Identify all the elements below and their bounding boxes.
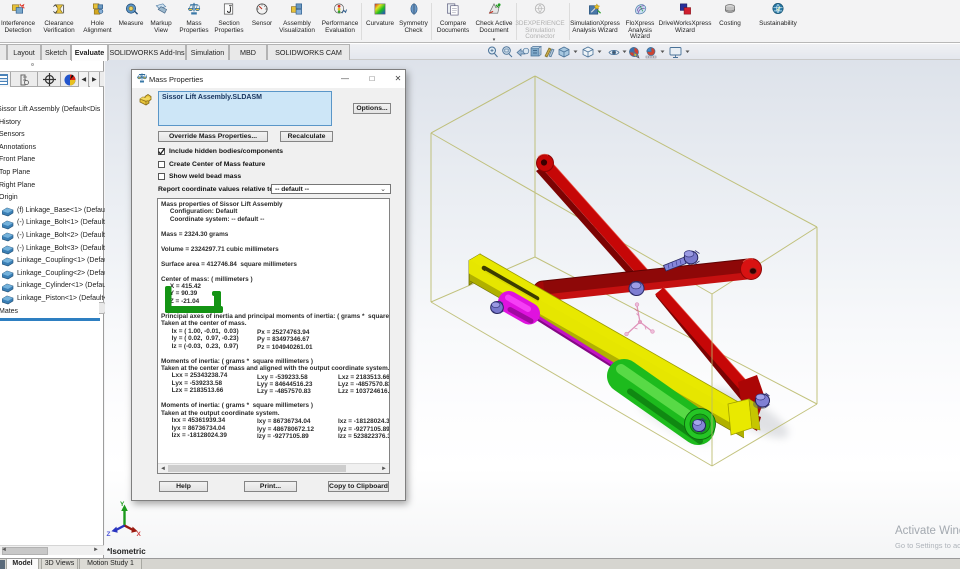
svg-text:X: X bbox=[137, 531, 142, 538]
svg-text:Z: Z bbox=[107, 531, 111, 538]
